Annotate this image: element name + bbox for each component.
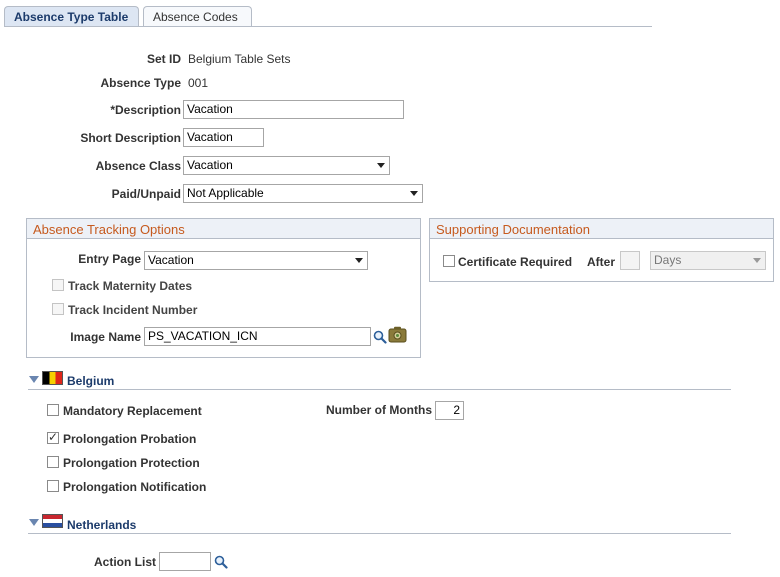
tab-divider [4,26,652,27]
after-unit-value: Days [654,253,682,267]
absence-type-label: Absence Type [100,76,181,90]
prolongation-probation-checkbox[interactable]: ✓ [47,430,59,444]
chevron-down-icon [355,258,363,263]
prolongation-notification-label: Prolongation Notification [63,480,207,494]
track-incident-checkbox[interactable] [52,303,64,315]
set-id-label: Set ID [146,52,181,66]
supporting-documentation-title: Supporting Documentation [430,219,773,239]
chevron-down-icon [377,163,385,168]
certificate-required-label: Certificate Required [458,255,573,269]
number-of-months-label: Number of Months [326,403,432,417]
image-name-input[interactable]: PS_VACATION_ICN [144,327,371,346]
tab-absence-type-table[interactable]: Absence Type Table [4,6,139,27]
picture-icon[interactable] [388,326,407,343]
entry-page-value: Vacation [148,253,194,267]
supporting-documentation-group: Supporting Documentation [429,218,774,282]
paid-unpaid-value: Not Applicable [187,186,264,200]
short-description-label: Short Description [80,131,181,145]
mandatory-replacement-label: Mandatory Replacement [63,404,202,418]
after-label: After [586,255,615,269]
description-label: *Description [110,103,181,117]
netherlands-divider [28,533,731,534]
prolongation-notification-checkbox[interactable] [47,480,59,492]
track-maternity-label: Track Maternity Dates [68,279,193,293]
absence-type-value: 001 [188,76,209,90]
action-list-label: Action List [94,555,156,569]
tab-absence-codes[interactable]: Absence Codes [143,6,252,26]
belgium-divider [28,389,731,390]
absence-class-select[interactable]: Vacation [183,156,390,175]
absence-class-value: Vacation [187,158,233,172]
belgium-flag-icon [42,371,63,385]
chevron-down-icon [753,258,761,263]
absence-class-label: Absence Class [95,159,181,173]
absence-tracking-title: Absence Tracking Options [27,219,420,239]
magnifier-icon[interactable] [373,330,387,344]
checkmark-icon: ✓ [48,430,59,444]
entry-page-label: Entry Page [78,252,141,266]
image-name-label: Image Name [70,330,141,344]
prolongation-protection-label: Prolongation Protection [63,456,200,470]
triangle-down-icon[interactable] [29,376,39,383]
belgium-section-title[interactable]: Belgium [67,374,114,388]
short-description-input[interactable]: Vacation [183,128,264,147]
prolongation-protection-checkbox[interactable] [47,456,59,468]
mandatory-replacement-checkbox[interactable] [47,404,59,416]
track-maternity-checkbox[interactable] [52,279,64,291]
prolongation-probation-label: Prolongation Probation [63,432,197,446]
entry-page-select[interactable]: Vacation [144,251,368,270]
netherlands-section-title[interactable]: Netherlands [67,518,136,532]
set-id-value: Belgium Table Sets [188,52,291,66]
number-of-months-input[interactable]: 2 [435,401,464,420]
certificate-required-checkbox[interactable] [443,255,455,267]
after-unit-select[interactable]: Days [650,251,766,270]
track-incident-label: Track Incident Number [68,303,198,317]
paid-unpaid-label: Paid/Unpaid [111,187,181,201]
action-list-input[interactable] [159,552,211,571]
chevron-down-icon [410,191,418,196]
paid-unpaid-select[interactable]: Not Applicable [183,184,423,203]
netherlands-flag-icon [42,514,63,528]
magnifier-icon[interactable] [214,555,228,569]
after-input[interactable] [620,251,640,270]
triangle-down-icon[interactable] [29,519,39,526]
description-input[interactable]: Vacation [183,100,404,119]
